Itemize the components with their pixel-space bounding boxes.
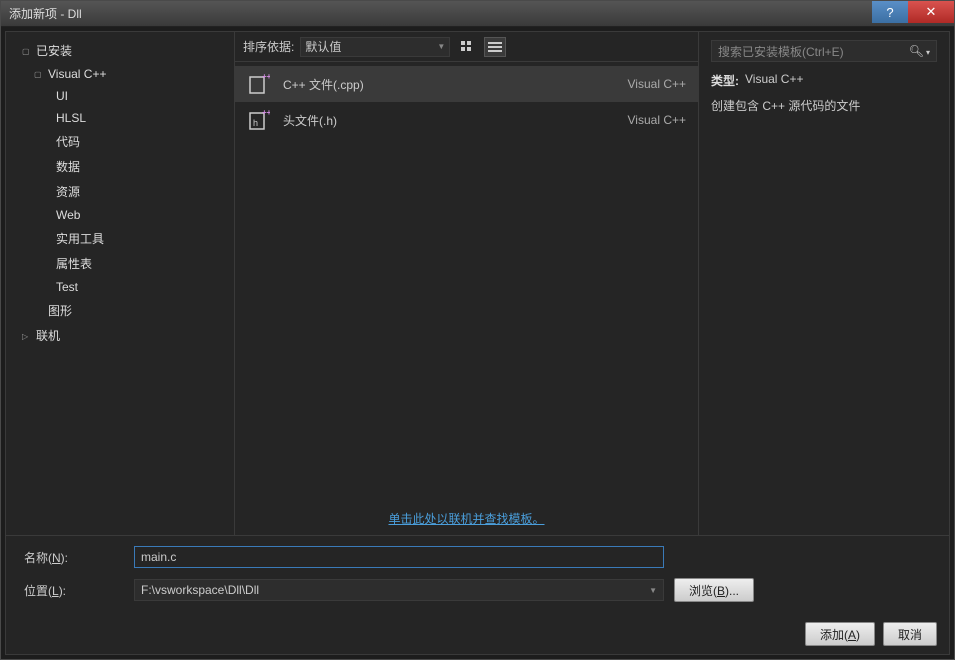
online-link-row: 单击此处以联机并查找模板。 bbox=[235, 502, 698, 535]
add-button[interactable]: 添加(A) bbox=[805, 622, 875, 646]
location-label: 位置(L): bbox=[24, 582, 124, 599]
tree-label: 属性表 bbox=[56, 255, 92, 272]
list-view-button[interactable] bbox=[484, 37, 506, 57]
close-button[interactable]: ✕ bbox=[908, 1, 954, 23]
type-label: 类型: bbox=[711, 72, 739, 89]
tree-graphics[interactable]: 图形 bbox=[6, 298, 234, 323]
sidebar-item-code[interactable]: 代码 bbox=[6, 129, 234, 154]
help-button[interactable]: ? bbox=[872, 1, 908, 23]
sort-label: 排序依据: bbox=[243, 38, 294, 55]
location-dropdown[interactable]: F:\vsworkspace\Dll\Dll ▼ bbox=[134, 579, 664, 601]
chevron-down-icon bbox=[34, 69, 44, 79]
online-search-link[interactable]: 单击此处以联机并查找模板。 bbox=[388, 512, 544, 526]
sidebar-item-data[interactable]: 数据 bbox=[6, 154, 234, 179]
sidebar-item-test[interactable]: Test bbox=[6, 276, 234, 298]
chevron-right-icon bbox=[22, 331, 32, 341]
center-panel: 排序依据: 默认值 ▼ ++ bbox=[234, 32, 699, 535]
template-item-cpp[interactable]: ++ C++ 文件(.cpp) Visual C++ bbox=[235, 66, 698, 102]
chevron-down-icon: ▼ bbox=[437, 42, 445, 51]
titlebar[interactable]: 添加新项 - Dll ? ✕ bbox=[1, 1, 954, 27]
main-area: 已安装 Visual C++ UI HLSL 代码 数据 资源 Web 实用工具… bbox=[6, 32, 949, 535]
grid-icon bbox=[460, 40, 474, 54]
right-panel: 搜索已安装模板(Ctrl+E) 🔍︎▾ 类型: Visual C++ 创建包含 … bbox=[699, 32, 949, 535]
tree-label: Test bbox=[56, 280, 78, 294]
bottom-panel: 名称(N): 位置(L): F:\vsworkspace\Dll\Dll ▼ 浏… bbox=[6, 535, 949, 618]
tree-label: 联机 bbox=[36, 327, 60, 344]
svg-text:h: h bbox=[253, 118, 258, 128]
sidebar-item-utility[interactable]: 实用工具 bbox=[6, 226, 234, 251]
template-type: Visual C++ bbox=[628, 77, 686, 91]
tree-online[interactable]: 联机 bbox=[6, 323, 234, 348]
svg-text:++: ++ bbox=[262, 73, 270, 81]
tree-label: 实用工具 bbox=[56, 230, 104, 247]
search-placeholder: 搜索已安装模板(Ctrl+E) bbox=[718, 43, 844, 60]
dialog-window: 添加新项 - Dll ? ✕ 已安装 Visual C++ UI HLSL 代码… bbox=[0, 0, 955, 660]
tree-label: 资源 bbox=[56, 183, 80, 200]
tree-label: 已安装 bbox=[36, 42, 72, 59]
sort-dropdown[interactable]: 默认值 ▼ bbox=[300, 37, 450, 57]
h-file-icon: h ++ bbox=[247, 108, 271, 132]
svg-text:++: ++ bbox=[262, 109, 270, 117]
type-value: Visual C++ bbox=[745, 72, 803, 89]
sidebar-item-propsheet[interactable]: 属性表 bbox=[6, 251, 234, 276]
toolbar: 排序依据: 默认值 ▼ bbox=[235, 32, 698, 62]
search-icon: 🔍︎▾ bbox=[909, 44, 930, 58]
cancel-button[interactable]: 取消 bbox=[883, 622, 937, 646]
cpp-file-icon: ++ bbox=[247, 72, 271, 96]
tree-visual-cpp[interactable]: Visual C++ bbox=[6, 63, 234, 85]
template-type: Visual C++ bbox=[628, 113, 686, 127]
template-name: 头文件(.h) bbox=[283, 112, 616, 129]
chevron-down-icon bbox=[22, 46, 32, 56]
sidebar-item-hlsl[interactable]: HLSL bbox=[6, 107, 234, 129]
search-input[interactable]: 搜索已安装模板(Ctrl+E) 🔍︎▾ bbox=[711, 40, 937, 62]
chevron-down-icon: ▼ bbox=[649, 586, 657, 595]
tree-label: 图形 bbox=[48, 302, 72, 319]
template-list: ++ C++ 文件(.cpp) Visual C++ h ++ 头文件(.h) V… bbox=[235, 62, 698, 502]
content: 已安装 Visual C++ UI HLSL 代码 数据 资源 Web 实用工具… bbox=[5, 31, 950, 655]
location-value: F:\vsworkspace\Dll\Dll bbox=[141, 583, 259, 597]
sidebar-item-web[interactable]: Web bbox=[6, 204, 234, 226]
name-input[interactable] bbox=[134, 546, 664, 568]
sidebar-item-resource[interactable]: 资源 bbox=[6, 179, 234, 204]
browse-button[interactable]: 浏览(B)... bbox=[674, 578, 754, 602]
tree-label: 代码 bbox=[56, 133, 80, 150]
tree-label: UI bbox=[56, 89, 68, 103]
sidebar: 已安装 Visual C++ UI HLSL 代码 数据 资源 Web 实用工具… bbox=[6, 32, 234, 535]
tree-label: HLSL bbox=[56, 111, 86, 125]
sort-value: 默认值 bbox=[305, 38, 341, 55]
template-item-header[interactable]: h ++ 头文件(.h) Visual C++ bbox=[235, 102, 698, 138]
list-icon bbox=[488, 41, 502, 53]
name-label: 名称(N): bbox=[24, 549, 124, 566]
tree-label: 数据 bbox=[56, 158, 80, 175]
template-name: C++ 文件(.cpp) bbox=[283, 76, 616, 93]
sidebar-item-ui[interactable]: UI bbox=[6, 85, 234, 107]
titlebar-buttons: ? ✕ bbox=[872, 1, 954, 23]
grid-view-button[interactable] bbox=[456, 37, 478, 57]
template-description: 创建包含 C++ 源代码的文件 bbox=[711, 97, 937, 114]
tree-installed[interactable]: 已安装 bbox=[6, 38, 234, 63]
window-title: 添加新项 - Dll bbox=[9, 5, 82, 22]
tree-label: Web bbox=[56, 208, 80, 222]
dialog-buttons: 添加(A) 取消 bbox=[6, 618, 949, 654]
tree-label: Visual C++ bbox=[48, 67, 106, 81]
